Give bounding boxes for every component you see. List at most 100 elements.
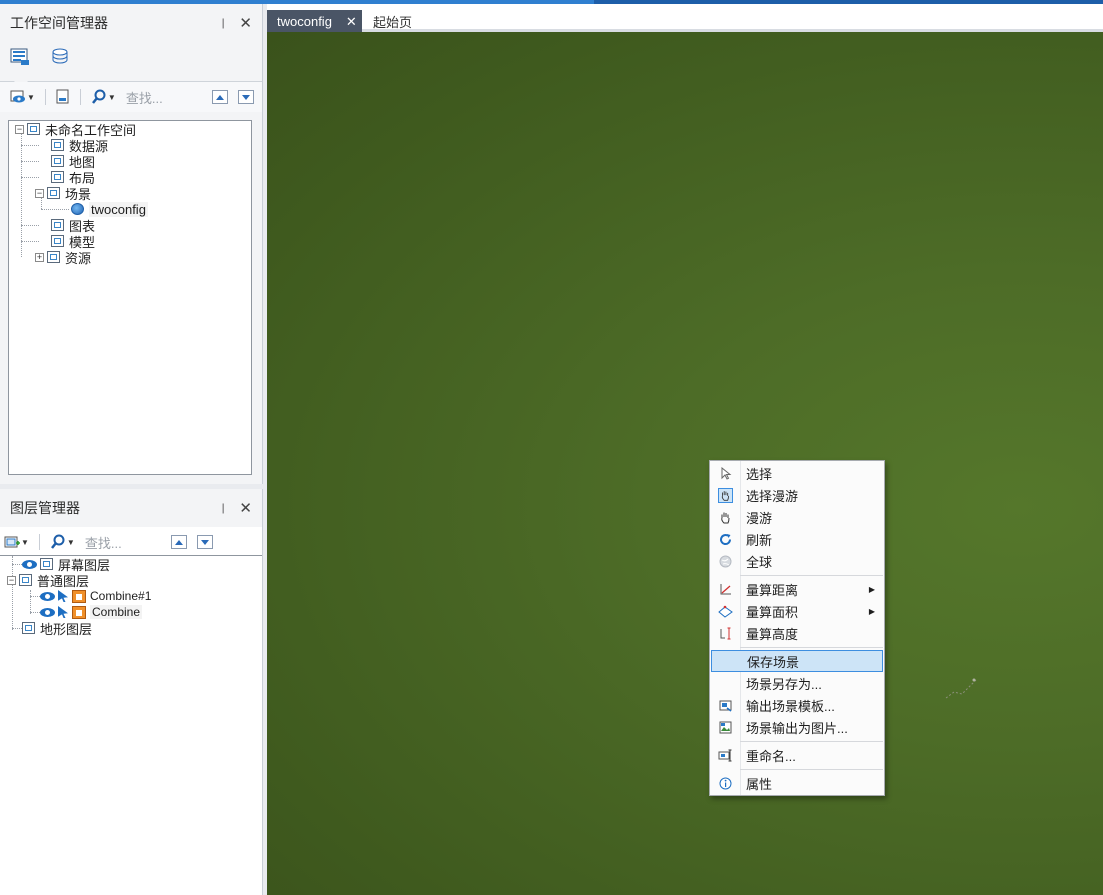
measure-distance-icon	[720, 583, 731, 594]
layer-tree: 屏幕图层 − 普通图层 Combine#1 Combine 地形图层	[0, 555, 262, 895]
menu-item-rename[interactable]: 重命名...	[711, 744, 883, 766]
menu-label: 属性	[746, 776, 773, 792]
tab-start-page-label: 起始页	[373, 15, 413, 30]
tab-start-page[interactable]: 起始页	[363, 10, 422, 33]
layer-manager-panel: 图层管理器 ❘ ✕ ▼ ▼ 查找... 屏幕图层 − 普通图层 Combine#…	[0, 489, 263, 895]
close-icon[interactable]: ✕	[239, 14, 252, 32]
search-button[interactable]: ▼	[89, 87, 118, 107]
workspace-icon	[27, 123, 40, 135]
tab-twoconfig-label: twoconfig	[277, 14, 332, 29]
close-icon[interactable]: ✕	[239, 499, 252, 517]
terrain-layer-icon	[22, 622, 35, 634]
scene-viewport[interactable]	[267, 32, 1103, 895]
menu-label: 场景输出为图片...	[746, 720, 848, 736]
layer-node-combine1[interactable]: Combine#1	[40, 588, 151, 604]
menu-label: 量算距离	[746, 582, 799, 598]
open-file-button[interactable]	[54, 87, 72, 107]
menu-label: 保存场景	[747, 654, 800, 670]
layer-panel-title: 图层管理器	[10, 500, 80, 516]
menu-item-refresh[interactable]: 刷新	[711, 528, 883, 550]
pin-icon[interactable]: ❘	[219, 503, 227, 514]
layer-search-button[interactable]: ▼	[48, 532, 77, 552]
chart-icon	[51, 219, 64, 231]
pointer-icon	[721, 466, 731, 480]
pin-icon[interactable]: ❘	[219, 18, 227, 29]
rename-icon	[718, 749, 731, 761]
workspace-tree: − 未命名工作空间 数据源 地图 布局 − 场景 twoconfig 图表 模型…	[8, 120, 252, 475]
arrow-up-icon	[216, 94, 224, 100]
workspace-search-input[interactable]: 查找...	[126, 88, 202, 107]
document-tab-bar: twoconfig ✕ 起始页	[267, 4, 1103, 33]
menu-item-properties[interactable]: 属性	[711, 772, 883, 794]
refresh-icon	[719, 533, 731, 545]
workspace-manager-panel: 工作空间管理器 ❘ ✕ ▼ ▼ 查找... − 未命名工作空间 数据源 地图 布…	[0, 4, 263, 484]
visible-eye-icon[interactable]	[40, 591, 55, 601]
layer-move-down-button[interactable]	[196, 535, 213, 549]
expand-icon[interactable]: +	[35, 252, 44, 262]
export-template-icon	[719, 700, 731, 712]
menu-item-measure-height[interactable]: 量算高度	[711, 622, 883, 644]
move-up-button[interactable]	[212, 90, 228, 104]
search-icon	[91, 89, 106, 104]
menu-label: 场景另存为...	[746, 676, 822, 692]
tab-twoconfig[interactable]: twoconfig ✕	[267, 10, 362, 33]
layer-node-normal[interactable]: − 普通图层	[7, 572, 90, 589]
visible-eye-icon[interactable]	[22, 559, 37, 569]
menu-label: 漫游	[746, 510, 773, 526]
arrow-down-icon	[242, 94, 250, 100]
collapse-icon[interactable]: −	[35, 188, 44, 198]
menu-label: 选择漫游	[746, 488, 799, 504]
add-layer-icon	[4, 536, 20, 548]
layer-node-terrain[interactable]: 地形图层	[22, 620, 93, 637]
workspace-tree-view-icon[interactable]	[10, 48, 30, 69]
layer-search-input[interactable]: 查找...	[85, 533, 161, 552]
globe-icon	[71, 203, 84, 215]
layout-icon	[51, 171, 64, 183]
menu-label: 输出场景模板...	[746, 698, 835, 714]
collapse-icon[interactable]: −	[15, 124, 24, 134]
database-view-icon[interactable]	[50, 48, 70, 69]
normal-layer-label: 普通图层	[37, 573, 90, 589]
layer-move-up-button[interactable]	[170, 535, 187, 549]
menu-label: 刷新	[746, 532, 773, 548]
eye-view-icon	[10, 90, 25, 103]
terrain-layer-label: 地形图层	[40, 621, 93, 637]
combine-label: Combine	[90, 605, 143, 619]
visible-eye-icon[interactable]	[40, 607, 55, 617]
screen-layer-icon	[40, 558, 53, 570]
menu-label: 全球	[746, 554, 773, 570]
globe-icon	[719, 555, 731, 567]
collapse-icon[interactable]: −	[7, 575, 16, 585]
selectable-icon[interactable]	[58, 590, 68, 602]
menu-item-export-image[interactable]: 场景输出为图片...	[711, 716, 883, 738]
menu-item-select-roam[interactable]: 选择漫游	[711, 484, 883, 506]
selectable-icon[interactable]	[58, 606, 68, 618]
workspace-toolbar: ▼ ▼ 查找...	[0, 82, 262, 112]
menu-item-measure-area[interactable]: 量算面积 ▶	[711, 600, 883, 622]
hand-icon	[720, 512, 729, 523]
model-icon	[51, 235, 64, 247]
menu-item-save-scene[interactable]: 保存场景	[711, 650, 883, 672]
move-down-button[interactable]	[238, 90, 254, 104]
workspace-panel-title: 工作空间管理器	[10, 15, 108, 31]
menu-label: 量算高度	[746, 626, 799, 642]
add-layer-button[interactable]: ▼	[2, 532, 31, 552]
menu-item-save-scene-as[interactable]: 场景另存为...	[711, 672, 883, 694]
tree-node-scenes[interactable]: − 场景	[35, 185, 92, 202]
menu-item-select[interactable]: 选择	[711, 462, 883, 484]
dataset-icon	[72, 605, 86, 619]
view-mode-button[interactable]: ▼	[8, 87, 37, 107]
menu-item-measure-distance[interactable]: 量算距离 ▶	[711, 578, 883, 600]
map-icon	[51, 155, 64, 167]
menu-item-roam[interactable]: 漫游	[711, 506, 883, 528]
dataset-icon	[72, 589, 86, 603]
scene-context-menu: 选择 选择漫游 漫游 刷新 全球 量算距离 ▶ 量算面积 ▶ 量算高度 保存场景…	[709, 460, 885, 796]
menu-item-export-template[interactable]: 输出场景模板...	[711, 694, 883, 716]
normal-layer-icon	[19, 574, 32, 586]
workspace-panel-header: 工作空间管理器 ❘ ✕	[0, 4, 262, 42]
submenu-arrow-icon: ▶	[868, 584, 875, 594]
close-icon[interactable]: ✕	[346, 14, 357, 30]
menu-item-full-globe[interactable]: 全球	[711, 550, 883, 572]
tree-node-resources[interactable]: + 资源	[35, 249, 91, 266]
scenes-label: 场景	[65, 186, 92, 202]
